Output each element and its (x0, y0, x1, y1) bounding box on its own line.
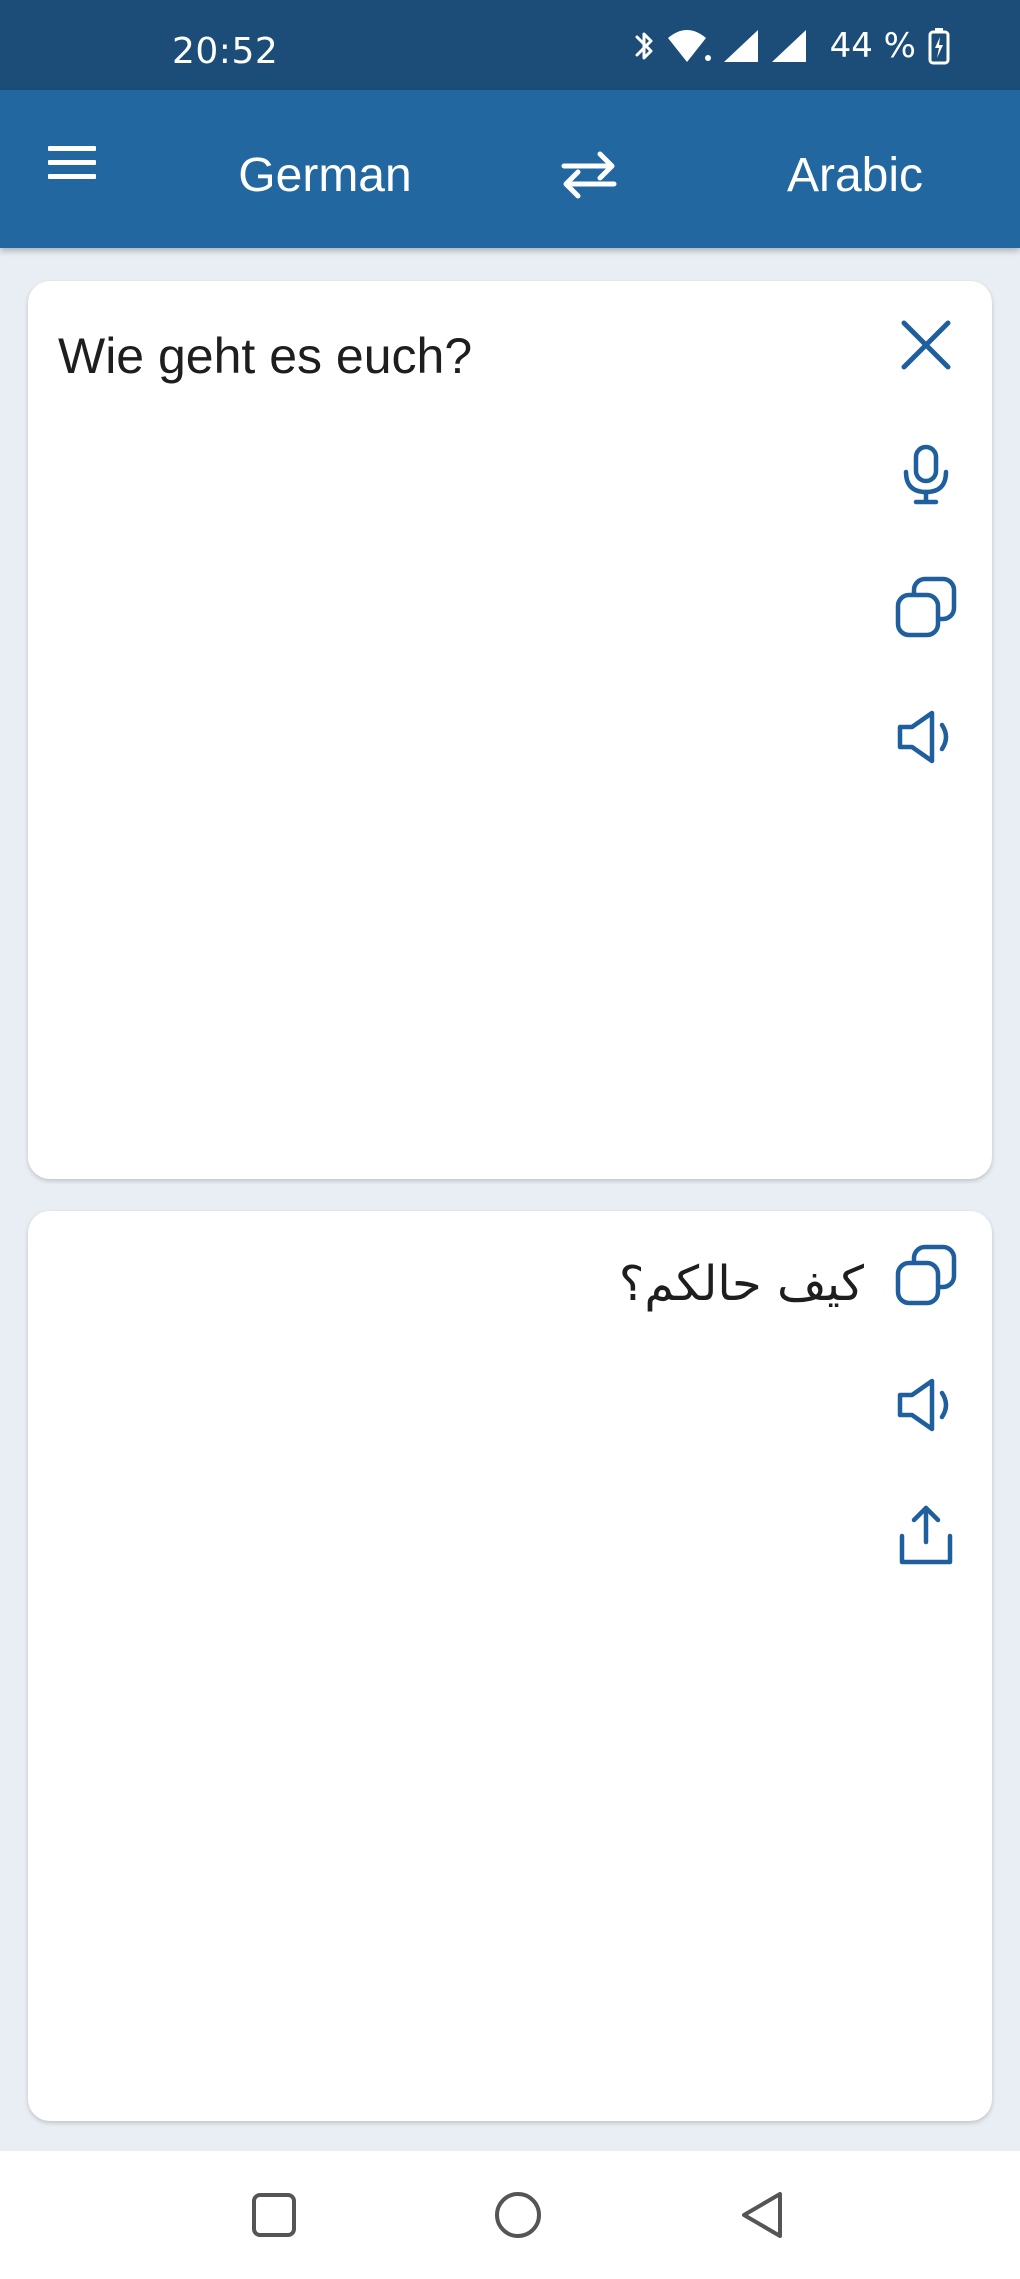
battery-percentage: 44 % (829, 26, 916, 66)
source-language-selector[interactable]: German (200, 144, 450, 208)
source-text-card: Wie geht es euch? (28, 281, 992, 1179)
signal-icon (770, 28, 808, 64)
app-toolbar: German Arabic (0, 90, 1020, 248)
system-navigation-bar (0, 2151, 1020, 2279)
recents-button[interactable] (244, 2185, 304, 2245)
clear-button[interactable] (886, 305, 966, 385)
microphone-icon (903, 444, 949, 505)
status-icons: 44 % (634, 26, 950, 66)
back-button[interactable] (732, 2185, 792, 2245)
menu-button[interactable] (42, 140, 116, 214)
copy-icon (895, 576, 957, 638)
speaker-icon (897, 710, 949, 764)
target-language-selector[interactable]: Arabic (730, 144, 980, 208)
copy-source-button[interactable] (886, 567, 966, 647)
share-translation-button[interactable] (886, 1495, 966, 1575)
copy-translation-button[interactable] (886, 1235, 966, 1315)
menu-icon (48, 146, 96, 179)
back-icon (742, 2192, 782, 2238)
battery-charging-icon (928, 27, 950, 65)
speaker-icon (897, 1378, 949, 1432)
home-icon (495, 2192, 541, 2238)
signal-icon (722, 28, 760, 64)
wifi-icon (666, 28, 712, 64)
microphone-button[interactable] (886, 435, 966, 515)
status-time: 20:52 (172, 31, 279, 72)
translated-text: كيف حالكم؟ (618, 1256, 864, 1312)
swap-icon (561, 151, 617, 199)
home-button[interactable] (488, 2185, 548, 2245)
speak-translation-button[interactable] (886, 1365, 966, 1445)
swap-languages-button[interactable] (554, 144, 624, 206)
close-icon (901, 320, 951, 370)
status-bar: 20:52 44 % (0, 0, 1020, 90)
copy-icon (895, 1244, 957, 1306)
bluetooth-icon (634, 28, 656, 64)
translation-card: كيف حالكم؟ (28, 1211, 992, 2121)
share-icon (899, 1505, 953, 1565)
speak-source-button[interactable] (886, 697, 966, 777)
source-text-input[interactable]: Wie geht es euch? (58, 323, 472, 389)
recents-icon (252, 2193, 296, 2237)
